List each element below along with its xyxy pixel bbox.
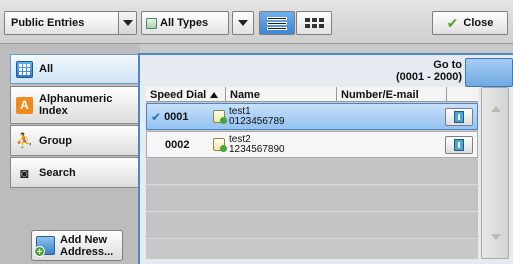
address-types-icon xyxy=(146,17,157,29)
goto-input[interactable] xyxy=(465,58,513,87)
types-dropdown[interactable]: All Types xyxy=(141,11,229,35)
add-new-address-button[interactable]: + Add New Address... xyxy=(31,230,123,261)
grid-list-icon xyxy=(16,60,33,78)
address-table: Speed Dial Name Number/E-mail ✔ 0001 tes… xyxy=(146,87,478,259)
list-view-icon xyxy=(267,16,287,30)
chevron-down-icon xyxy=(118,12,136,34)
address-entry-icon xyxy=(213,138,227,152)
add-new-label: Add New Address... xyxy=(60,234,113,258)
empty-row xyxy=(146,159,478,185)
table-row[interactable]: 0002 test2 1234567890 xyxy=(146,131,478,158)
add-new-line1: Add New xyxy=(60,233,108,246)
speed-dial-cell: ✔ 0001 xyxy=(147,110,213,124)
toolbar: Public Entries All Types ✔ Close xyxy=(0,0,513,44)
tab-all[interactable]: All xyxy=(10,54,138,84)
column-header-label: Name xyxy=(230,88,260,101)
info-icon xyxy=(454,111,464,123)
category-tabs-panel: All A Alphanumeric Index ⛹ Group ◙ Searc… xyxy=(0,44,140,264)
tab-label: Alphanumeric Index xyxy=(39,93,113,117)
binoculars-icon: ◙ xyxy=(20,164,29,181)
empty-row xyxy=(146,186,478,212)
column-header-number[interactable]: Number/E-mail xyxy=(337,87,447,102)
speed-dial-number: 0001 xyxy=(164,110,189,123)
tab-search[interactable]: ◙ Search xyxy=(10,157,138,188)
chevron-down-icon xyxy=(238,20,248,26)
name-cell: test1 0123456789 xyxy=(229,106,285,127)
entries-dropdown[interactable]: Public Entries xyxy=(4,11,137,35)
tab-alphanumeric-index[interactable]: A Alphanumeric Index xyxy=(10,86,138,124)
scroll-down-icon[interactable] xyxy=(491,234,501,240)
details-button[interactable] xyxy=(445,108,473,126)
add-address-icon: + xyxy=(34,236,55,258)
details-button[interactable] xyxy=(445,136,473,154)
column-header-label: Speed Dial xyxy=(150,88,207,101)
tab-group[interactable]: ⛹ Group xyxy=(10,125,138,156)
group-icon: ⛹ xyxy=(15,132,34,148)
speed-dial-number: 0002 xyxy=(165,138,190,151)
goto-range: (0001 - 2000) xyxy=(395,71,462,83)
table-header: Speed Dial Name Number/E-mail xyxy=(146,87,478,102)
entry-number: 0123456789 xyxy=(229,115,285,127)
info-icon xyxy=(454,139,464,151)
grid-view-icon xyxy=(304,18,324,28)
column-header-label: Number/E-mail xyxy=(341,88,419,101)
close-button-label: Close xyxy=(463,17,494,29)
address-entry-icon xyxy=(213,110,227,124)
list-view-button[interactable] xyxy=(259,11,295,35)
speed-dial-cell: 0002 xyxy=(147,139,213,151)
name-cell: test2 1234567890 xyxy=(229,134,285,155)
goto-title: Go to xyxy=(433,59,462,71)
scrollbar[interactable] xyxy=(481,87,509,259)
empty-row xyxy=(146,213,478,239)
checkmark-icon: ✔ xyxy=(446,15,459,31)
column-header-name[interactable]: Name xyxy=(226,87,337,102)
goto-label: Go to (0001 - 2000) xyxy=(396,59,462,83)
close-button[interactable]: ✔ Close xyxy=(432,11,508,35)
checkmark-icon: ✔ xyxy=(151,109,162,124)
scroll-up-icon[interactable] xyxy=(491,106,501,112)
column-header-speed-dial[interactable]: Speed Dial xyxy=(146,87,226,102)
thumbnail-view-button[interactable] xyxy=(296,11,332,35)
letter-a-icon: A xyxy=(16,96,33,114)
tab-label: Group xyxy=(39,134,72,147)
tab-label: Search xyxy=(39,166,76,179)
entry-number: 1234567890 xyxy=(229,143,285,155)
address-list-panel: Go to (0001 - 2000) Speed Dial Name Numb… xyxy=(138,53,513,264)
sort-ascending-icon xyxy=(210,91,219,98)
types-dropdown-arrow[interactable] xyxy=(232,11,254,35)
types-dropdown-label: All Types xyxy=(160,17,209,29)
tab-label: All xyxy=(39,63,54,75)
add-new-line2: Address... xyxy=(60,245,114,258)
entries-dropdown-label: Public Entries xyxy=(11,17,85,29)
table-row[interactable]: ✔ 0001 test1 0123456789 xyxy=(146,103,478,130)
